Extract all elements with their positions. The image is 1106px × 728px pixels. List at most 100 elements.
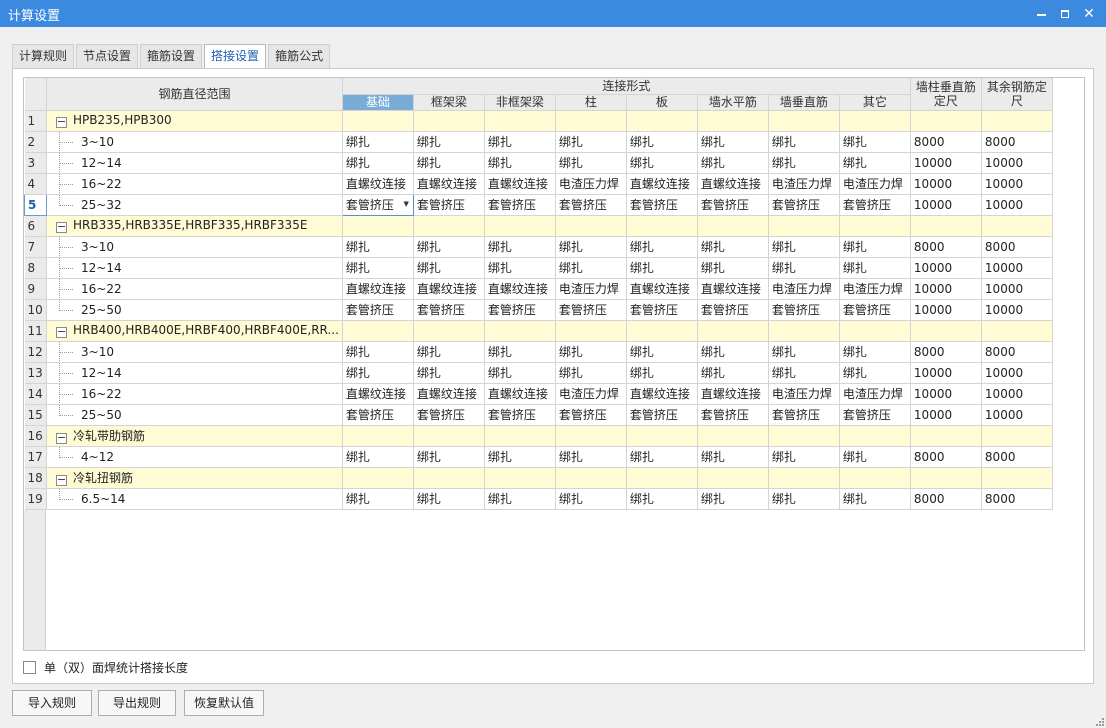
connection-cell[interactable]: 绑扎 <box>768 362 840 384</box>
length-cell[interactable]: 10000 <box>910 194 982 216</box>
tab-2[interactable]: 箍筋设置 <box>140 44 203 68</box>
length-cell[interactable] <box>981 320 1053 342</box>
connection-cell[interactable]: 绑扎 <box>697 362 769 384</box>
connection-cell[interactable]: 套管挤压 ▼ <box>341 193 414 216</box>
connection-cell[interactable] <box>839 110 911 132</box>
connection-cell[interactable]: 绑扎 <box>697 488 769 510</box>
length-cell[interactable]: 8000 <box>981 236 1053 258</box>
connection-cell[interactable]: 套管挤压 <box>839 194 911 216</box>
connection-cell[interactable]: 直螺纹连接 <box>342 278 414 300</box>
length-cell[interactable] <box>981 425 1053 447</box>
connection-cell[interactable] <box>555 320 627 342</box>
connection-cell[interactable]: 套管挤压 <box>697 299 769 321</box>
connection-cell[interactable] <box>626 215 698 237</box>
row-number[interactable]: 3 <box>24 152 47 174</box>
connection-cell[interactable] <box>697 110 769 132</box>
row-number[interactable]: 12 <box>24 341 47 363</box>
connection-cell[interactable]: 套管挤压 <box>484 194 556 216</box>
connection-cell[interactable]: 绑扎 <box>555 257 627 279</box>
connection-cell[interactable]: 直螺纹连接 <box>697 173 769 195</box>
connection-cell[interactable] <box>697 467 769 489</box>
length-cell[interactable] <box>910 425 982 447</box>
connection-cell[interactable]: 绑扎 <box>697 257 769 279</box>
row-number[interactable]: 13 <box>24 362 47 384</box>
connection-cell[interactable]: 绑扎 <box>768 257 840 279</box>
connection-cell[interactable] <box>768 215 840 237</box>
length-cell[interactable] <box>910 110 982 132</box>
connection-cell[interactable]: 绑扎 <box>626 152 698 174</box>
length-cell[interactable]: 8000 <box>981 488 1053 510</box>
row-number[interactable]: 6 <box>24 215 47 237</box>
connection-cell[interactable]: 套管挤压 <box>626 194 698 216</box>
connection-cell[interactable]: 电渣压力焊 <box>839 383 911 405</box>
connection-cell[interactable]: 套管挤压 <box>342 299 414 321</box>
connection-cell[interactable] <box>768 320 840 342</box>
connection-cell[interactable]: 电渣压力焊 <box>839 173 911 195</box>
connection-cell[interactable]: 绑扎 <box>768 152 840 174</box>
minimize-button[interactable] <box>1028 0 1054 27</box>
connection-cell[interactable] <box>555 110 627 132</box>
connection-cell[interactable]: 直螺纹连接 <box>413 173 485 195</box>
length-cell[interactable]: 10000 <box>910 173 982 195</box>
connection-cell[interactable]: 绑扎 <box>768 131 840 153</box>
column-header-3[interactable]: 柱 <box>555 94 627 111</box>
length-cell[interactable]: 10000 <box>981 278 1053 300</box>
length-cell[interactable]: 10000 <box>910 299 982 321</box>
connection-cell[interactable]: 绑扎 <box>484 341 556 363</box>
connection-cell[interactable] <box>839 320 911 342</box>
column-header-7[interactable]: 其它 <box>839 94 911 111</box>
collapse-icon[interactable]: − <box>56 221 67 233</box>
connection-cell[interactable]: 绑扎 <box>484 257 556 279</box>
connection-cell[interactable] <box>839 425 911 447</box>
connection-cell[interactable]: 套管挤压 <box>555 404 627 426</box>
length-cell[interactable]: 8000 <box>910 446 982 468</box>
connection-cell[interactable]: 电渣压力焊 <box>768 383 840 405</box>
length-cell[interactable] <box>910 320 982 342</box>
import-rules-button[interactable]: 导入规则 <box>12 690 92 716</box>
connection-cell[interactable]: 绑扎 <box>342 152 414 174</box>
length-cell[interactable]: 10000 <box>981 152 1053 174</box>
connection-cell[interactable]: 绑扎 <box>839 257 911 279</box>
tab-3[interactable]: 搭接设置 <box>204 44 267 69</box>
row-number[interactable]: 2 <box>24 131 47 153</box>
connection-cell[interactable] <box>484 425 556 447</box>
connection-cell[interactable]: 绑扎 <box>555 341 627 363</box>
row-number[interactable]: 15 <box>24 404 47 426</box>
connection-cell[interactable]: 绑扎 <box>342 257 414 279</box>
connection-cell[interactable]: 绑扎 <box>697 152 769 174</box>
length-cell[interactable]: 10000 <box>981 383 1053 405</box>
dropdown-arrow-icon[interactable]: ▼ <box>404 200 409 208</box>
connection-cell[interactable] <box>342 320 414 342</box>
connection-cell[interactable]: 套管挤压 <box>768 404 840 426</box>
connection-cell[interactable] <box>413 467 485 489</box>
close-button[interactable]: ✕ <box>1076 0 1102 27</box>
connection-cell[interactable]: 绑扎 <box>342 488 414 510</box>
length-cell[interactable] <box>981 110 1053 132</box>
length-cell[interactable]: 10000 <box>910 152 982 174</box>
length-cell[interactable]: 8000 <box>981 341 1053 363</box>
connection-cell[interactable]: 直螺纹连接 <box>697 383 769 405</box>
connection-cell[interactable]: 套管挤压 <box>484 404 556 426</box>
connection-cell[interactable]: 套管挤压 <box>839 299 911 321</box>
connection-cell[interactable]: 绑扎 <box>342 131 414 153</box>
row-number[interactable]: 5 <box>24 193 47 216</box>
row-number[interactable]: 18 <box>24 467 47 489</box>
column-header-0[interactable]: 基础 <box>342 94 414 111</box>
connection-cell[interactable] <box>839 467 911 489</box>
connection-cell[interactable]: 绑扎 <box>839 152 911 174</box>
connection-cell[interactable] <box>484 320 556 342</box>
length-cell[interactable]: 10000 <box>981 194 1053 216</box>
length-cell[interactable]: 10000 <box>910 278 982 300</box>
connection-cell[interactable] <box>342 467 414 489</box>
connection-cell[interactable]: 绑扎 <box>413 446 485 468</box>
connection-cell[interactable]: 套管挤压 <box>484 299 556 321</box>
connection-cell[interactable]: 绑扎 <box>839 341 911 363</box>
connection-cell[interactable] <box>768 425 840 447</box>
connection-cell[interactable]: 直螺纹连接 <box>626 383 698 405</box>
column-header-5[interactable]: 墙水平筋 <box>697 94 769 111</box>
connection-cell[interactable]: 绑扎 <box>413 152 485 174</box>
connection-cell[interactable]: 绑扎 <box>697 446 769 468</box>
connection-cell[interactable]: 电渣压力焊 <box>555 383 627 405</box>
connection-cell[interactable]: 绑扎 <box>484 236 556 258</box>
connection-cell[interactable]: 绑扎 <box>413 341 485 363</box>
